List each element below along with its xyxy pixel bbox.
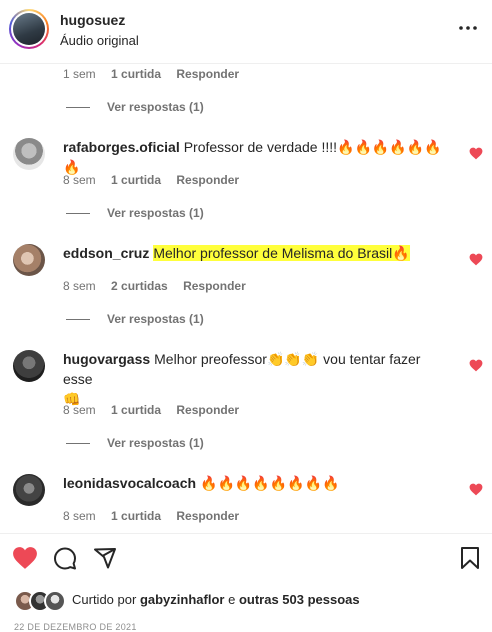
comment-emoji: 🔥 [392,245,410,261]
view-replies-button[interactable]: Ver respostas (1) [66,100,204,114]
comment-time: 8 sem [63,279,96,293]
comment-likes[interactable]: 2 curtidas [111,279,168,293]
comment-likes[interactable]: 1 curtida [111,403,161,417]
reply-button[interactable]: Responder [176,173,239,187]
comment-meta: 8 sem 1 curtida Responder [63,403,251,417]
comment-text: rafaborges.oficial Professor de verdade !… [63,137,453,177]
view-replies-button[interactable]: Ver respostas (1) [66,436,204,450]
share-icon[interactable] [93,546,117,570]
liked-by-others[interactable]: outras 503 pessoas [239,592,360,607]
view-replies-label: Ver respostas (1) [107,436,204,450]
comment-meta: 1 sem 1 curtida Responder [63,67,251,81]
view-replies-button[interactable]: Ver respostas (1) [66,206,204,220]
comment-emoji: 👏👏👏 [266,351,320,367]
comment-meta: 8 sem 2 curtidas Responder [63,279,258,293]
liked-by-row: Curtido por gabyzinhaflor e outras 503 p… [14,589,484,612]
reply-button[interactable]: Responder [183,279,246,293]
comment-meta: 8 sem 1 curtida Responder [63,509,251,523]
author-avatar[interactable] [9,9,49,49]
comment-time: 1 sem [63,67,96,81]
comment-likes[interactable]: 1 curtida [111,509,161,523]
actions-divider [0,533,492,534]
reply-button[interactable]: Responder [176,67,239,81]
commenter-avatar[interactable] [13,138,45,170]
comment-likes[interactable]: 1 curtida [111,67,161,81]
liked-by-prefix: Curtido por [72,592,137,607]
comment-body: Melhor professor de Melisma do Brasil [153,245,393,261]
commenter-username[interactable]: hugovargass [63,351,150,367]
comment-text: hugovargass Melhor preofessor👏👏👏 vou tent… [63,349,453,409]
heart-icon[interactable] [469,483,483,496]
view-replies-label: Ver respostas (1) [107,100,204,114]
comment-text: eddson_cruz Melhor professor de Melisma d… [63,243,453,263]
view-replies-label: Ver respostas (1) [107,206,204,220]
liked-by-connector: e [228,592,236,607]
comment-time: 8 sem [63,173,96,187]
heart-icon[interactable] [469,147,483,160]
commenter-username[interactable]: leonidasvocalcoach [63,475,196,491]
liker-avatar[interactable] [44,590,66,612]
heart-icon[interactable] [469,253,483,266]
commenter-avatar[interactable] [13,350,45,382]
liker-username[interactable]: gabyzinhaflor [140,592,225,607]
comment-body: Professor de verdade !!!! [183,139,338,155]
post-header: hugosuez Áudio original [0,0,492,62]
comment-emoji: 🔥🔥🔥🔥🔥🔥🔥🔥 [200,475,340,491]
comment-body: Melhor preofessor [154,351,267,367]
comment-likes[interactable]: 1 curtida [111,173,161,187]
post-date: 22 DE DEZEMBRO DE 2021 [14,622,137,632]
reply-button[interactable]: Responder [176,403,239,417]
view-replies-button[interactable]: Ver respostas (1) [66,312,204,326]
more-icon[interactable] [457,20,479,36]
comment-meta: 8 sem 1 curtida Responder [63,173,251,187]
comment-body-highlighted: Melhor professor de Melisma do Brasil🔥 [153,245,410,261]
header-divider [0,63,492,64]
comment-icon[interactable] [53,546,77,570]
comment-time: 8 sem [63,403,96,417]
commenter-username[interactable]: eddson_cruz [63,245,149,261]
heart-icon[interactable] [469,359,483,372]
reply-button[interactable]: Responder [176,509,239,523]
commenter-avatar[interactable] [13,474,45,506]
view-replies-label: Ver respostas (1) [107,312,204,326]
comment-time: 8 sem [63,509,96,523]
comment-text: leonidasvocalcoach 🔥🔥🔥🔥🔥🔥🔥🔥 [63,473,453,493]
bookmark-icon[interactable] [459,546,481,570]
heart-icon[interactable] [12,546,38,570]
author-username[interactable]: hugosuez [60,12,125,28]
audio-link[interactable]: Áudio original [60,33,139,48]
commenter-avatar[interactable] [13,244,45,276]
commenter-username[interactable]: rafaborges.oficial [63,139,180,155]
liked-by-text: Curtido por gabyzinhaflor e outras 503 p… [72,592,360,607]
